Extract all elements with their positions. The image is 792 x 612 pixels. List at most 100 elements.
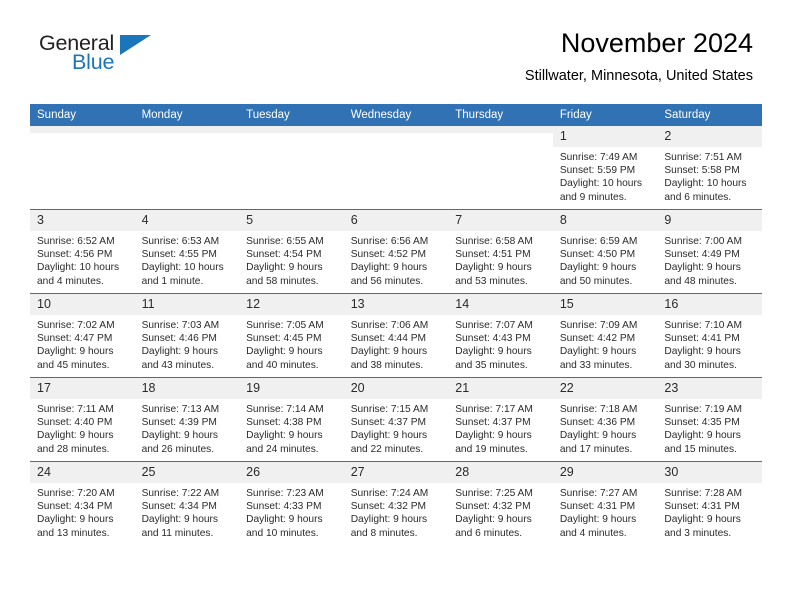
- calendar-day-cell[interactable]: 27 Sunrise: 7:24 AM Sunset: 4:32 PM Dayligh…: [343, 461, 449, 545]
- calendar-day-cell[interactable]: 9 Sunrise: 7:00 AM Sunset: 4:49 PM Daylight…: [657, 209, 762, 294]
- weekday-header-friday: Friday: [552, 104, 658, 126]
- day-sun-info: Sunrise: 6:55 AM Sunset: 4:54 PM Daylight:…: [239, 231, 344, 288]
- calendar-day-cell[interactable]: 3 Sunrise: 6:52 AM Sunset: 4:56 PM Daylight…: [30, 209, 135, 294]
- calendar-day-cell[interactable]: 19 Sunrise: 7:14 AM Sunset: 4:38 PM Dayligh…: [239, 377, 344, 462]
- weekday-header-tuesday: Tuesday: [239, 104, 344, 126]
- sunset-text: Sunset: 4:42 PM: [559, 333, 636, 345]
- day-number: 8: [552, 210, 658, 231]
- sunrise-text: Sunrise: 7:06 AM: [350, 320, 429, 331]
- daylight-text: Daylight: 9 hours and 26 minutes.: [141, 430, 219, 455]
- calendar-day-cell[interactable]: 21 Sunrise: 7:17 AM Sunset: 4:37 PM Dayligh…: [448, 377, 553, 462]
- sunset-text: Sunset: 4:33 PM: [246, 501, 322, 513]
- calendar-day-cell[interactable]: 7 Sunrise: 6:58 AM Sunset: 4:51 PM Daylight…: [448, 209, 553, 294]
- general-blue-logo[interactable]: General Blue: [39, 31, 169, 79]
- sunset-text: Sunset: 4:32 PM: [455, 501, 531, 513]
- day-sun-info: Sunrise: 7:11 AM Sunset: 4:40 PM Daylight:…: [30, 399, 135, 456]
- day-sun-info: Sunrise: 7:03 AM Sunset: 4:46 PM Daylight:…: [135, 315, 240, 372]
- calendar-week-row: 24 Sunrise: 7:20 AM Sunset: 4:34 PM Dayligh…: [30, 461, 762, 545]
- day-sun-info: Sunrise: 7:14 AM Sunset: 4:38 PM Daylight:…: [239, 399, 344, 456]
- calendar-day-cell[interactable]: 14 Sunrise: 7:07 AM Sunset: 4:43 PM Dayligh…: [448, 293, 553, 378]
- calendar-day-cell[interactable]: 1 Sunrise: 7:49 AM Sunset: 5:59 PM Daylight…: [552, 126, 658, 210]
- calendar-day-cell[interactable]: 8 Sunrise: 6:59 AM Sunset: 4:50 PM Daylight…: [552, 209, 658, 294]
- calendar-day-cell[interactable]: 16 Sunrise: 7:10 AM Sunset: 4:41 PM Dayligh…: [657, 293, 762, 378]
- calendar-day-cell[interactable]: 25 Sunrise: 7:22 AM Sunset: 4:34 PM Dayligh…: [134, 461, 240, 545]
- day-number: [134, 126, 240, 133]
- daylight-text: Daylight: 9 hours and 53 minutes.: [455, 262, 532, 287]
- sunset-text: Sunset: 4:36 PM: [559, 417, 636, 429]
- day-sun-info: Sunrise: 7:22 AM Sunset: 4:34 PM Daylight:…: [135, 483, 240, 540]
- day-sun-info: Sunrise: 7:27 AM Sunset: 4:31 PM Daylight:…: [553, 483, 658, 540]
- daylight-text: Daylight: 9 hours and 22 minutes.: [350, 430, 428, 455]
- daylight-text: Daylight: 9 hours and 28 minutes.: [37, 430, 114, 455]
- calendar-page: General Blue November 2024 Stillwater, M…: [0, 0, 792, 612]
- day-sun-info: Sunrise: 6:52 AM Sunset: 4:56 PM Daylight:…: [30, 231, 135, 288]
- day-sun-info: Sunrise: 7:09 AM Sunset: 4:42 PM Daylight:…: [553, 315, 658, 372]
- calendar-day-cell[interactable]: 6 Sunrise: 6:56 AM Sunset: 4:52 PM Daylight…: [343, 209, 449, 294]
- day-number: 13: [343, 294, 449, 315]
- sunrise-text: Sunrise: 6:59 AM: [559, 236, 638, 247]
- calendar-day-cell[interactable]: 18 Sunrise: 7:13 AM Sunset: 4:39 PM Dayligh…: [134, 377, 240, 462]
- day-sun-info: Sunrise: 7:13 AM Sunset: 4:39 PM Daylight:…: [135, 399, 240, 456]
- daylight-text: Daylight: 9 hours and 38 minutes.: [350, 346, 428, 371]
- sunset-text: Sunset: 4:43 PM: [455, 333, 531, 345]
- calendar-day-cell[interactable]: 13 Sunrise: 7:06 AM Sunset: 4:44 PM Dayligh…: [343, 293, 449, 378]
- calendar-day-cell[interactable]: 24 Sunrise: 7:20 AM Sunset: 4:34 PM Dayligh…: [30, 461, 135, 545]
- calendar-day-cell[interactable]: 2 Sunrise: 7:51 AM Sunset: 5:58 PM Daylight…: [657, 126, 762, 210]
- sunrise-text: Sunrise: 7:02 AM: [37, 320, 115, 331]
- day-number: 27: [343, 462, 449, 483]
- daylight-text: Daylight: 9 hours and 11 minutes.: [141, 514, 219, 539]
- daylight-text: Daylight: 9 hours and 50 minutes.: [559, 262, 637, 287]
- weekday-header-row: Sunday Monday Tuesday Wednesday Thursday…: [30, 104, 762, 126]
- daylight-text: Daylight: 10 hours and 9 minutes.: [559, 178, 642, 203]
- calendar-day-cell[interactable]: 20 Sunrise: 7:15 AM Sunset: 4:37 PM Dayligh…: [343, 377, 449, 462]
- day-sun-info: Sunrise: 7:17 AM Sunset: 4:37 PM Daylight:…: [448, 399, 553, 456]
- daylight-text: Daylight: 9 hours and 40 minutes.: [246, 346, 323, 371]
- daylight-text: Daylight: 9 hours and 30 minutes.: [664, 346, 741, 371]
- day-number: 15: [552, 294, 658, 315]
- calendar-day-cell[interactable]: 12 Sunrise: 7:05 AM Sunset: 4:45 PM Dayligh…: [239, 293, 344, 378]
- calendar-week-row: 1 Sunrise: 7:49 AM Sunset: 5:59 PM Daylight…: [30, 126, 762, 210]
- daylight-text: Daylight: 10 hours and 4 minutes.: [37, 262, 120, 287]
- calendar-day-cell[interactable]: 30 Sunrise: 7:28 AM Sunset: 4:31 PM Dayligh…: [657, 461, 762, 545]
- calendar-day-cell[interactable]: 10 Sunrise: 7:02 AM Sunset: 4:47 PM Dayligh…: [30, 293, 135, 378]
- sunset-text: Sunset: 4:37 PM: [455, 417, 531, 429]
- day-number: 30: [657, 462, 762, 483]
- sunrise-text: Sunrise: 7:14 AM: [246, 404, 324, 415]
- daylight-text: Daylight: 9 hours and 56 minutes.: [350, 262, 428, 287]
- sunrise-text: Sunrise: 7:17 AM: [455, 404, 533, 415]
- sunset-text: Sunset: 4:46 PM: [141, 333, 217, 345]
- calendar-day-cell[interactable]: 5 Sunrise: 6:55 AM Sunset: 4:54 PM Daylight…: [239, 209, 344, 294]
- calendar-day-cell[interactable]: 29 Sunrise: 7:27 AM Sunset: 4:31 PM Dayligh…: [552, 461, 658, 545]
- day-number: 23: [657, 378, 762, 399]
- calendar-day-cell[interactable]: 28 Sunrise: 7:25 AM Sunset: 4:32 PM Dayligh…: [448, 461, 553, 545]
- day-number: 11: [134, 294, 240, 315]
- sunset-text: Sunset: 4:37 PM: [350, 417, 427, 429]
- day-sun-info: Sunrise: 6:58 AM Sunset: 4:51 PM Daylight:…: [448, 231, 553, 288]
- day-number: 1: [552, 126, 658, 147]
- daylight-text: Daylight: 9 hours and 45 minutes.: [37, 346, 114, 371]
- calendar-day-cell[interactable]: 4 Sunrise: 6:53 AM Sunset: 4:55 PM Daylight…: [134, 209, 240, 294]
- daylight-text: Daylight: 9 hours and 43 minutes.: [141, 346, 219, 371]
- day-number: 22: [552, 378, 658, 399]
- day-sun-info: Sunrise: 7:25 AM Sunset: 4:32 PM Daylight:…: [448, 483, 553, 540]
- calendar-day-cell[interactable]: 11 Sunrise: 7:03 AM Sunset: 4:46 PM Dayligh…: [134, 293, 240, 378]
- day-sun-info: Sunrise: 7:10 AM Sunset: 4:41 PM Daylight:…: [657, 315, 762, 372]
- calendar-week-row: 17 Sunrise: 7:11 AM Sunset: 4:40 PM Dayligh…: [30, 377, 762, 462]
- sunset-text: Sunset: 4:32 PM: [350, 501, 427, 513]
- sunrise-text: Sunrise: 7:03 AM: [141, 320, 220, 331]
- sunrise-text: Sunrise: 6:52 AM: [37, 236, 115, 247]
- day-number: 10: [30, 294, 135, 315]
- calendar-day-cell[interactable]: 26 Sunrise: 7:23 AM Sunset: 4:33 PM Dayligh…: [239, 461, 344, 545]
- weekday-header-thursday: Thursday: [448, 104, 553, 126]
- day-number: [239, 126, 344, 133]
- calendar-day-cell[interactable]: 17 Sunrise: 7:11 AM Sunset: 4:40 PM Dayligh…: [30, 377, 135, 462]
- daylight-text: Daylight: 9 hours and 4 minutes.: [559, 514, 637, 539]
- day-number: 18: [134, 378, 240, 399]
- calendar-day-cell[interactable]: 23 Sunrise: 7:19 AM Sunset: 4:35 PM Dayligh…: [657, 377, 762, 462]
- day-number: 24: [30, 462, 135, 483]
- day-number: 4: [134, 210, 240, 231]
- calendar-day-cell[interactable]: 22 Sunrise: 7:18 AM Sunset: 4:36 PM Dayligh…: [552, 377, 658, 462]
- weekday-header-saturday: Saturday: [657, 104, 762, 126]
- calendar-week-row: 3 Sunrise: 6:52 AM Sunset: 4:56 PM Daylight…: [30, 209, 762, 294]
- calendar-day-cell[interactable]: 15 Sunrise: 7:09 AM Sunset: 4:42 PM Dayligh…: [552, 293, 658, 378]
